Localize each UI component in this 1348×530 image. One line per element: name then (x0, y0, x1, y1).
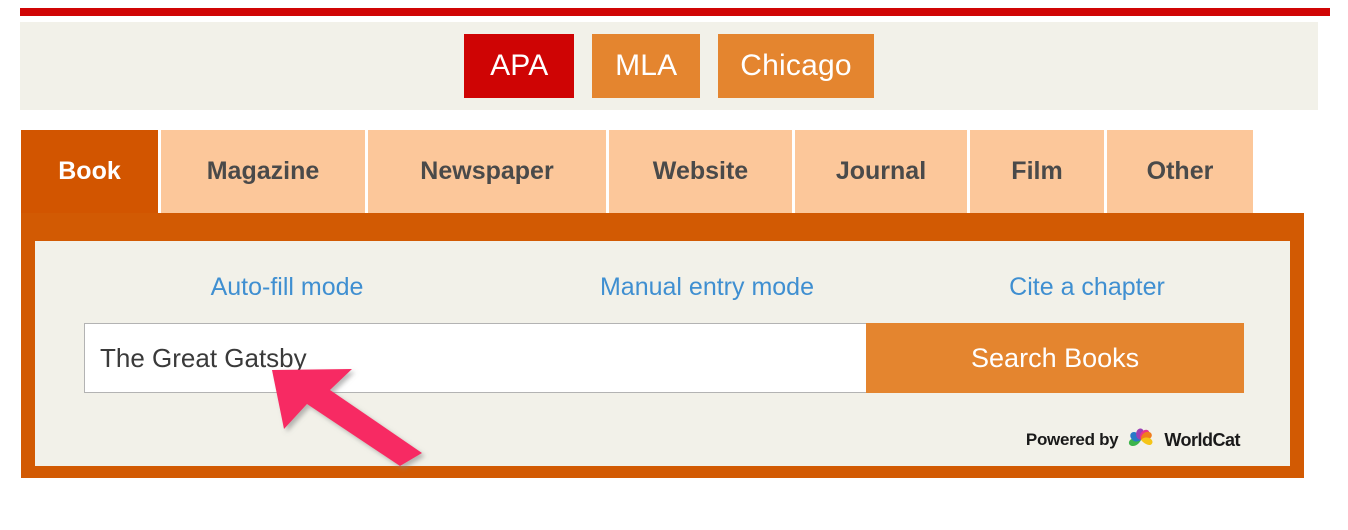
worldcat-pinwheel-icon (1129, 428, 1153, 447)
tab-newspaper-label: Newspaper (420, 157, 554, 185)
tab-magazine[interactable]: Magazine (161, 130, 368, 213)
tab-other[interactable]: Other (1107, 130, 1253, 213)
top-red-rule (20, 8, 1330, 16)
tab-book[interactable]: Book (21, 130, 161, 213)
style-button-apa[interactable]: APA (464, 34, 575, 98)
powered-by-worldcat: Powered by WorldCat (920, 426, 1240, 454)
worldcat-wordmark: WorldCat (1164, 429, 1240, 450)
tab-film-label: Film (1011, 157, 1063, 185)
tab-journal-label: Journal (835, 157, 927, 185)
citation-form-inner: Auto-fill mode Manual entry mode Cite a … (35, 241, 1290, 466)
style-button-chicago[interactable]: Chicago (718, 34, 874, 98)
tab-newspaper[interactable]: Newspaper (368, 130, 609, 213)
style-button-mla-label: MLA (615, 49, 678, 82)
link-cite-a-chapter[interactable]: Cite a chapter (917, 273, 1257, 302)
tab-film[interactable]: Film (970, 130, 1107, 213)
style-button-chicago-label: Chicago (740, 49, 852, 82)
citation-style-band: APA MLA Chicago (20, 22, 1318, 110)
tab-journal[interactable]: Journal (795, 130, 970, 213)
tab-website[interactable]: Website (609, 130, 795, 213)
tab-book-label: Book (58, 157, 121, 185)
powered-by-label: Powered by (1025, 430, 1119, 449)
tab-other-label: Other (1146, 157, 1214, 185)
style-button-apa-label: APA (490, 49, 549, 82)
tab-website-label: Website (652, 157, 749, 185)
mode-link-row: Auto-fill mode Manual entry mode Cite a … (77, 273, 1257, 302)
source-type-tabs: Book Magazine Newspaper Website Journal … (21, 130, 1256, 213)
page-root: APA MLA Chicago Book Magazine Newspaper … (0, 0, 1348, 530)
search-input[interactable] (84, 323, 867, 393)
tab-magazine-label: Magazine (206, 157, 320, 185)
search-row: Search Books (84, 323, 1244, 393)
citation-form-panel: Auto-fill mode Manual entry mode Cite a … (21, 213, 1304, 478)
link-auto-fill-mode[interactable]: Auto-fill mode (77, 273, 497, 302)
link-manual-entry-mode[interactable]: Manual entry mode (497, 273, 917, 302)
style-button-mla[interactable]: MLA (592, 34, 701, 98)
search-books-button[interactable]: Search Books (866, 323, 1244, 393)
citation-style-group: APA MLA Chicago (20, 22, 1318, 110)
